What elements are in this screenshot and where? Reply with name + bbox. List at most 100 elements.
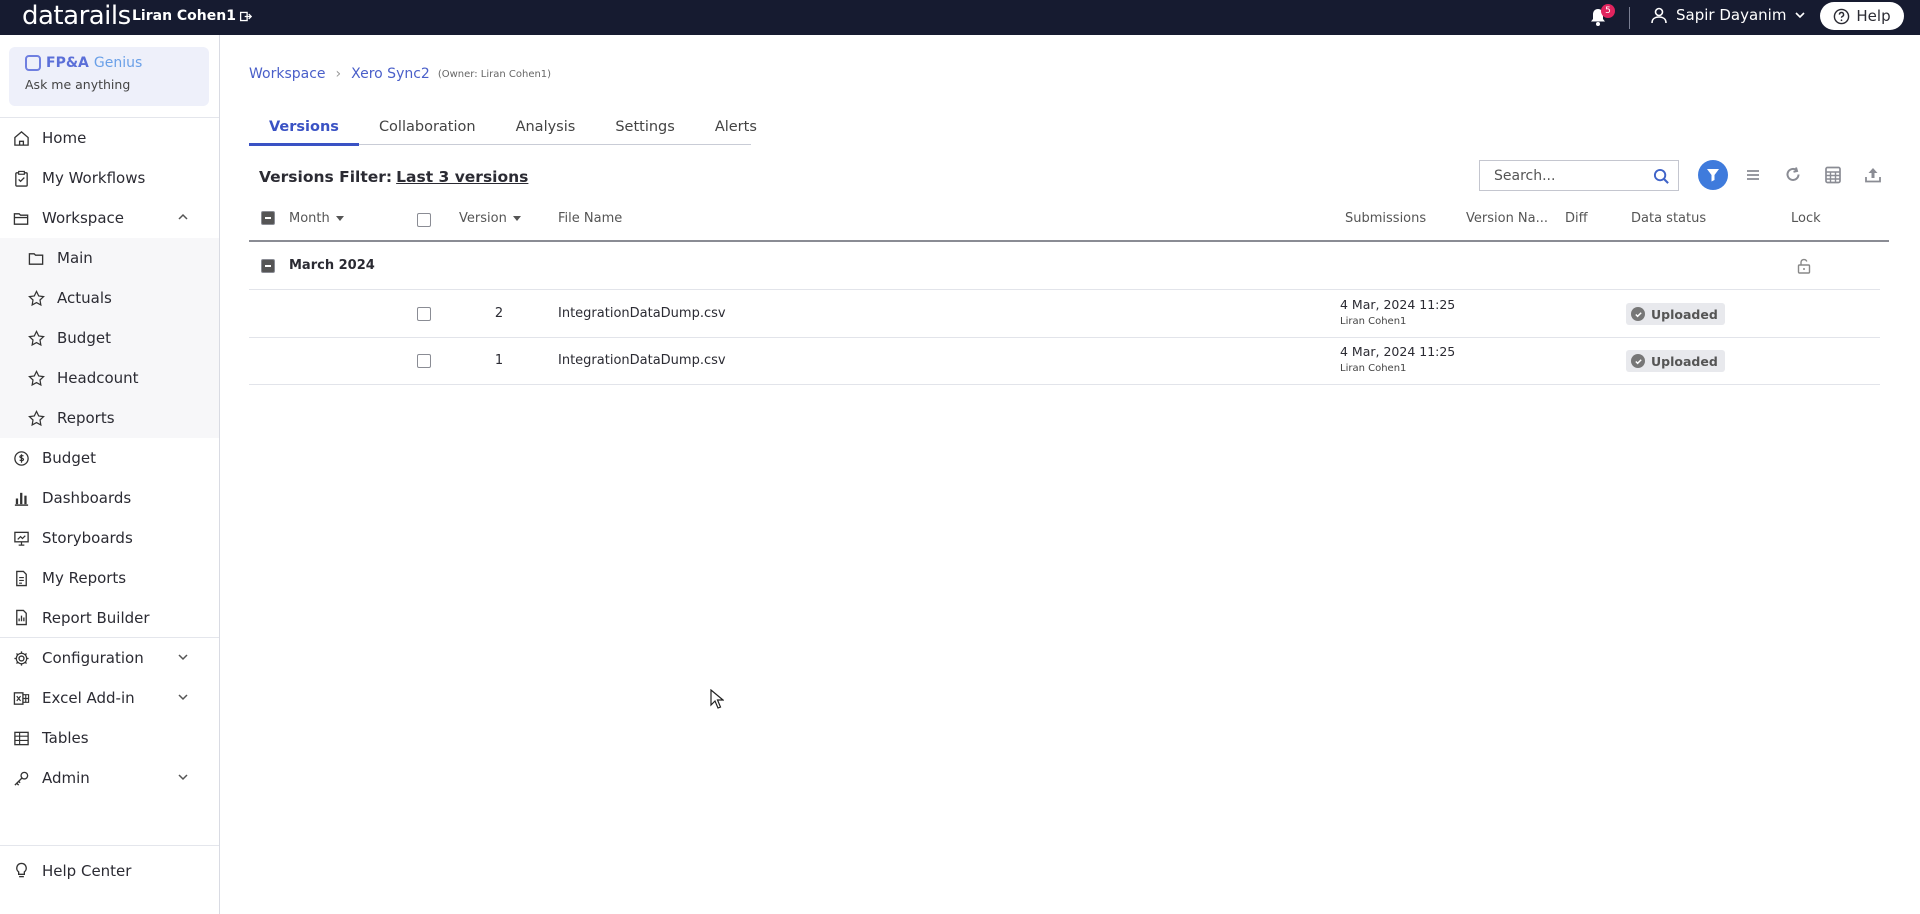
column-version[interactable]: Version <box>459 211 521 226</box>
sidebar-item-my-reports[interactable]: My Reports <box>0 558 219 598</box>
sidebar-item-configuration[interactable]: Configuration <box>0 638 219 678</box>
sidebar-item-label: Dashboards <box>42 489 132 507</box>
sidebar-item-excel-add-in[interactable]: Excel Add-in <box>0 678 219 718</box>
switch-account-icon <box>239 11 252 21</box>
sidebar-item-label: Budget <box>42 449 96 467</box>
versions-filter-value[interactable]: Last 3 versions <box>396 168 528 186</box>
calculator-button[interactable] <box>1818 160 1848 190</box>
column-diff[interactable]: Diff <box>1565 211 1588 226</box>
sidebar-item-home[interactable]: Home <box>0 118 219 158</box>
group-collapse-checkbox[interactable] <box>261 259 275 273</box>
column-version-name-label: Version Na... <box>1466 211 1549 226</box>
row-file-name[interactable]: IntegrationDataDump.csv <box>558 306 726 321</box>
sidebar-item-dashboards[interactable]: Dashboards <box>0 478 219 518</box>
account-switcher[interactable]: Liran Cohen1 <box>132 8 252 24</box>
tab-settings[interactable]: Settings <box>595 116 694 145</box>
table-row[interactable]: 2 IntegrationDataDump.csv 4 Mar, 2024 11… <box>249 291 1880 338</box>
list-icon <box>1747 170 1759 180</box>
sidebar-item-label: Reports <box>57 409 115 427</box>
sidebar-item-budget[interactable]: Budget <box>0 438 219 478</box>
column-version-name[interactable]: Version Na... <box>1466 211 1548 226</box>
sidebar-item-tables[interactable]: Tables <box>0 718 219 758</box>
versions-filter-label: Versions Filter: <box>259 168 393 186</box>
row-checkbox[interactable] <box>417 354 431 368</box>
select-all-groups[interactable] <box>261 211 275 225</box>
genius-title-a: FP&A <box>46 55 89 71</box>
datarails-logo[interactable]: datarails <box>22 1 131 31</box>
genius-icon <box>25 55 41 71</box>
column-data-status[interactable]: Data status <box>1631 211 1706 226</box>
sidebar-item-label: Headcount <box>57 369 139 387</box>
tab-analysis[interactable]: Analysis <box>496 116 596 145</box>
chevron-down-icon <box>178 774 188 781</box>
column-lock[interactable]: Lock <box>1791 211 1821 226</box>
fpa-genius-panel[interactable]: FP&A Genius Ask me anything <box>9 47 209 106</box>
account-name: Liran Cohen1 <box>132 8 236 24</box>
sidebar-item-label: Home <box>42 129 87 147</box>
chevron-down-icon <box>1795 12 1806 19</box>
sidebar-item-label: Admin <box>42 769 90 787</box>
sidebar-item-budget-folder[interactable]: Budget <box>0 318 219 358</box>
row-version: 2 <box>494 306 504 321</box>
table-icon <box>14 731 29 745</box>
breadcrumb-separator-icon: › <box>335 66 342 82</box>
document-icon <box>16 570 27 586</box>
row-submitted-at: 4 Mar, 2024 11:25 <box>1340 297 1456 312</box>
folder-open-icon <box>13 212 29 225</box>
group-title: March 2024 <box>289 258 375 273</box>
excel-icon <box>13 691 30 705</box>
tab-versions[interactable]: Versions <box>249 116 359 146</box>
row-file-name[interactable]: IntegrationDataDump.csv <box>558 353 726 368</box>
sidebar-item-headcount[interactable]: Headcount <box>0 358 219 398</box>
budget-icon <box>14 450 29 466</box>
table-row[interactable]: 1 IntegrationDataDump.csv 4 Mar, 2024 11… <box>249 338 1880 385</box>
calculator-icon <box>1825 166 1841 184</box>
column-submissions[interactable]: Submissions <box>1345 211 1426 226</box>
select-all-checkbox[interactable] <box>417 213 431 227</box>
search-input[interactable] <box>1494 167 1654 184</box>
tab-collaboration[interactable]: Collaboration <box>359 116 496 145</box>
sidebar-item-label: Actuals <box>57 289 112 307</box>
search-icon[interactable] <box>1653 168 1670 185</box>
sidebar-item-storyboards[interactable]: Storyboards <box>0 518 219 558</box>
user-menu[interactable]: Sapir Dayanim <box>1650 6 1806 24</box>
star-icon <box>28 409 45 426</box>
mouse-cursor-icon <box>710 689 724 709</box>
genius-title: FP&A Genius <box>25 55 193 71</box>
genius-title-b: Genius <box>93 55 143 71</box>
sidebar-item-reports-folder[interactable]: Reports <box>0 398 219 438</box>
filter-button[interactable] <box>1698 160 1728 190</box>
tab-alerts[interactable]: Alerts <box>695 116 777 145</box>
sidebar-item-admin[interactable]: Admin <box>0 758 219 798</box>
column-submissions-label: Submissions <box>1345 211 1427 226</box>
sidebar-item-report-builder[interactable]: Report Builder <box>0 598 219 638</box>
sidebar-item-my-workflows[interactable]: My Workflows <box>0 158 219 198</box>
collapse-all-checkbox[interactable] <box>261 211 275 225</box>
columns-button[interactable] <box>1738 160 1768 190</box>
sidebar-nav: Home My Workflows Workspace Main Actuals… <box>0 117 219 798</box>
presentation-icon <box>14 531 29 546</box>
row-checkbox[interactable] <box>417 307 431 321</box>
column-lock-label: Lock <box>1791 211 1821 226</box>
sidebar-item-label: Main <box>57 249 93 267</box>
sidebar-item-workspace[interactable]: Workspace <box>0 198 219 238</box>
group-row[interactable]: March 2024 <box>249 243 1880 290</box>
gear-icon <box>14 650 29 666</box>
sidebar-item-main[interactable]: Main <box>0 238 219 278</box>
chevron-down-icon <box>178 694 188 701</box>
row-version: 1 <box>494 353 504 368</box>
upload-button[interactable] <box>1858 160 1888 190</box>
refresh-button[interactable] <box>1778 160 1808 190</box>
sidebar-item-help-center[interactable]: Help Center <box>0 845 219 895</box>
chevron-up-icon <box>178 213 188 220</box>
help-button[interactable]: Help <box>1820 2 1904 30</box>
sidebar-item-label: Configuration <box>42 649 144 667</box>
column-file-name[interactable]: File Name <box>558 211 622 226</box>
breadcrumb-current[interactable]: Xero Sync2 <box>351 66 430 82</box>
clipboard-check-icon <box>15 170 28 187</box>
column-month[interactable]: Month <box>289 211 344 226</box>
check-circle-icon <box>1631 307 1645 321</box>
breadcrumb-workspace[interactable]: Workspace <box>249 66 326 82</box>
unlock-icon[interactable] <box>1795 257 1813 275</box>
sidebar-item-actuals[interactable]: Actuals <box>0 278 219 318</box>
